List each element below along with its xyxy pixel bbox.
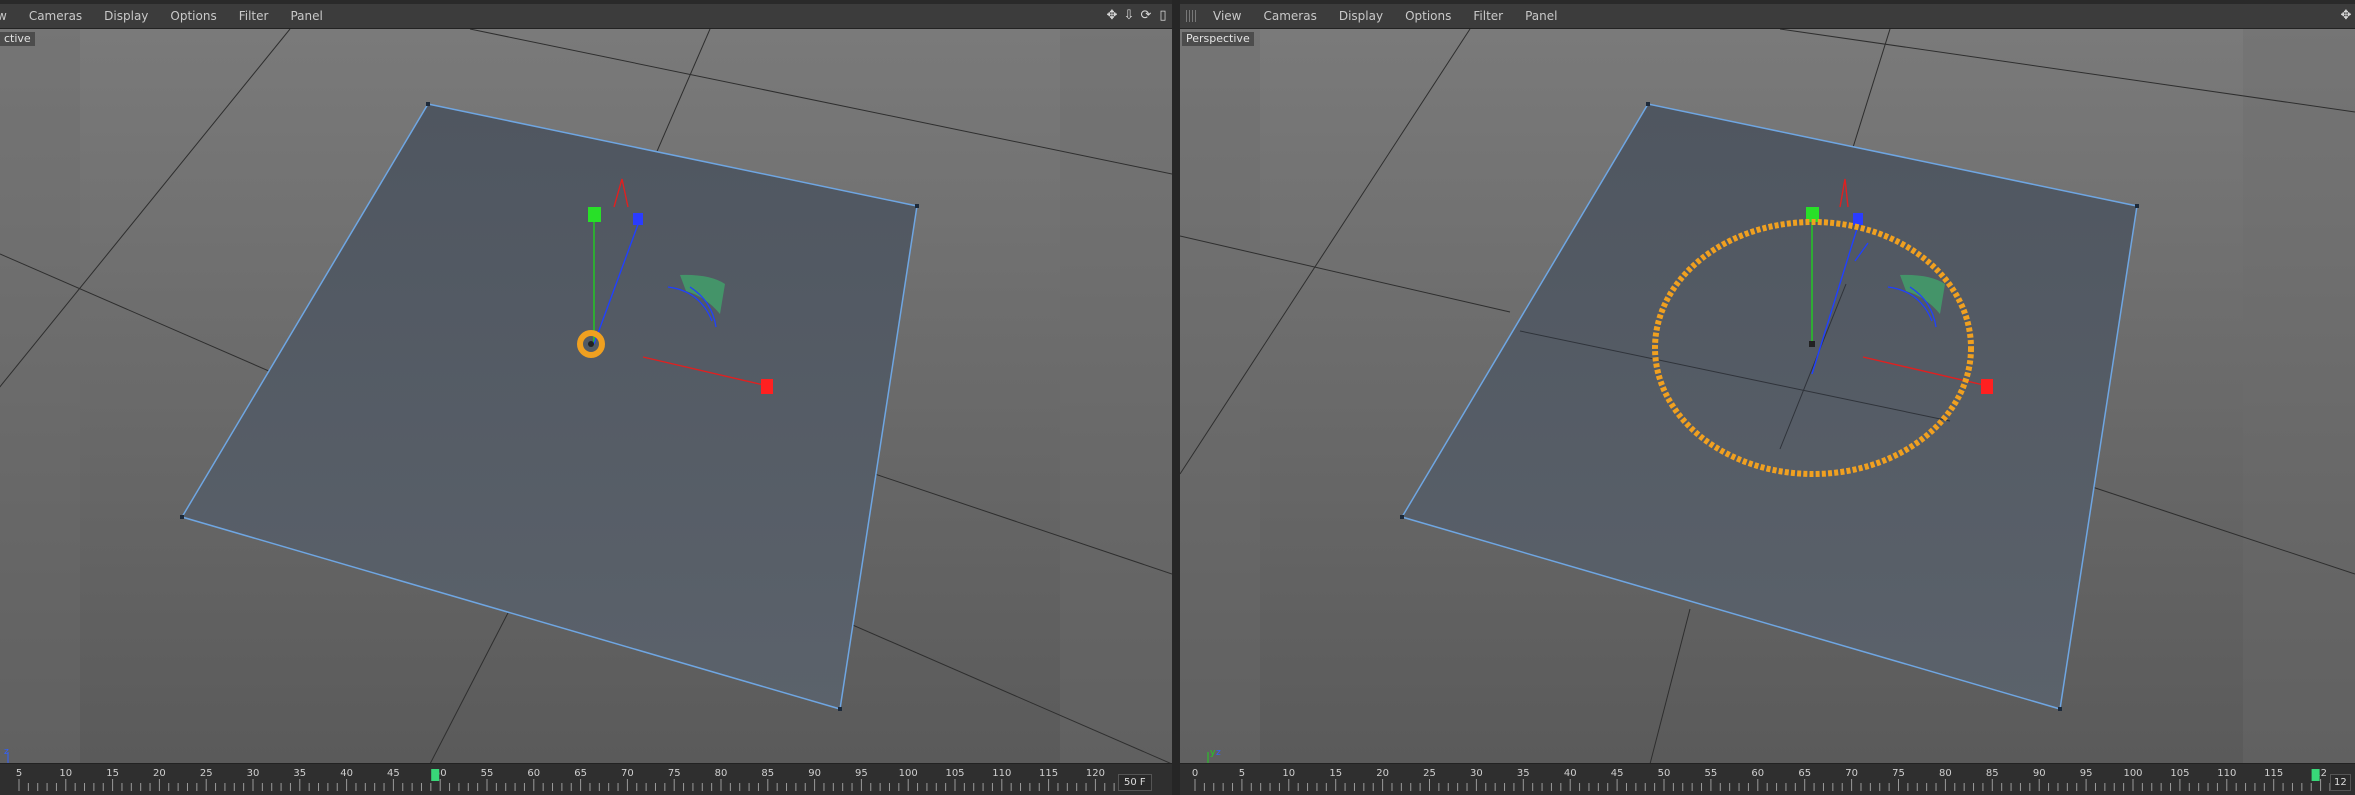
timeline-tick-label: 40: [340, 768, 353, 779]
z-axis-handle[interactable]: [1853, 213, 1863, 225]
timeline-tick-label: 65: [1798, 768, 1811, 779]
rotate-icon[interactable]: ⟳: [1139, 8, 1153, 23]
menu-cameras[interactable]: Cameras: [1252, 9, 1327, 23]
left-scene: [0, 29, 1172, 764]
svg-text:z: z: [1216, 748, 1221, 758]
timeline-tick-label: 95: [2080, 768, 2093, 779]
y-axis-handle[interactable]: [588, 207, 601, 222]
menu-options[interactable]: Options: [1394, 9, 1462, 23]
timeline-tick-label: 85: [1986, 768, 1999, 779]
menu-filter[interactable]: Filter: [228, 9, 280, 23]
left-viewport-panel: w Cameras Display Options Filter Panel ✥…: [0, 4, 1172, 795]
menu-view[interactable]: View: [1202, 9, 1252, 23]
view-label: Perspective: [1182, 32, 1254, 46]
timeline-tick-label: 0: [1192, 768, 1198, 779]
current-frame-field[interactable]: 12: [2330, 774, 2351, 791]
timeline-tick-label: 50: [1658, 768, 1671, 779]
timeline-tick-label: 60: [527, 768, 540, 779]
left-3d-viewport[interactable]: ctive x z: [0, 29, 1172, 764]
timeline-tick-label: 85: [761, 768, 774, 779]
timeline-tick-label: 120: [1086, 768, 1105, 779]
timeline-tick-label: 35: [1517, 768, 1530, 779]
timeline-ticks: 0 5 10 15 20 25 30 35 40 45 50 55 60 65 70 75 80 85 90 95 10…: [1192, 768, 2350, 791]
timeline-tick-label: 110: [992, 768, 1011, 779]
timeline-tick-label: 30: [247, 768, 260, 779]
timeline-tick-label: 25: [200, 768, 213, 779]
timeline-tick-label: 35: [293, 768, 306, 779]
menu-cameras[interactable]: Cameras: [18, 9, 93, 23]
timeline-tick-label: 100: [899, 768, 918, 779]
timeline-tick-label: 10: [59, 768, 72, 779]
menu-panel[interactable]: Panel: [1514, 9, 1568, 23]
timeline-tick-label: 5: [16, 768, 22, 779]
timeline-tick-label: 110: [2217, 768, 2236, 779]
timeline-tick-label: 75: [1892, 768, 1905, 779]
timeline-tick-label: 10: [1282, 768, 1295, 779]
timeline-ruler[interactable]: 0 5 10 15 20 25 30 35 40 45 50 55 60 65 70 75 80 85 90 95 10…: [1180, 763, 2355, 795]
menu-display[interactable]: Display: [1328, 9, 1394, 23]
menu-options[interactable]: Options: [159, 9, 227, 23]
timeline-tick-label: 55: [481, 768, 494, 779]
x-axis-handle[interactable]: [1981, 379, 1993, 394]
timeline-tick-label: 15: [1329, 768, 1342, 779]
timeline-tick-label: 15: [106, 768, 119, 779]
timeline-tick-label: 90: [2033, 768, 2046, 779]
view-label: ctive: [0, 32, 35, 46]
timeline-tick-label: 30: [1470, 768, 1483, 779]
timeline-tick-label: 25: [1423, 768, 1436, 779]
x-axis-handle[interactable]: [761, 379, 773, 394]
timeline-tick-label: 5: [1239, 768, 1245, 779]
timeline-tick-label: 70: [1845, 768, 1858, 779]
maximize-icon[interactable]: ▯: [1156, 8, 1170, 23]
move-icon[interactable]: ✥: [2339, 8, 2353, 23]
timeline-tick-label: 105: [2170, 768, 2189, 779]
svg-text:z: z: [4, 747, 9, 757]
right-3d-viewport[interactable]: Perspective x y z: [1180, 29, 2355, 764]
menu-panel[interactable]: Panel: [279, 9, 333, 23]
menu-filter[interactable]: Filter: [1462, 9, 1514, 23]
right-viewport-menubar: View Cameras Display Options Filter Pane…: [1180, 4, 2355, 29]
timeline-tick-label: 40: [1564, 768, 1577, 779]
timeline-ruler[interactable]: 5 10 15 20 25 30 35 40 45 50 55 60 65 70 75 80 85 90 95 100…: [0, 763, 1172, 795]
timeline-tick-label: 70: [621, 768, 634, 779]
timeline-tick-label: 95: [855, 768, 868, 779]
panel-grip-handle[interactable]: [1186, 10, 1196, 22]
timeline-tick-label: 75: [668, 768, 681, 779]
timeline-tick-label: 80: [715, 768, 728, 779]
current-frame-marker: [2311, 769, 2320, 781]
zoom-icon[interactable]: ⇩: [1122, 8, 1136, 23]
z-axis-handle[interactable]: [633, 213, 643, 225]
viewport-separator[interactable]: [1172, 0, 1180, 795]
timeline-tick-label: 20: [1376, 768, 1389, 779]
timeline-tick-label: 55: [1705, 768, 1718, 779]
current-frame-field[interactable]: 50 F: [1118, 774, 1152, 791]
timeline-tick-label: 45: [387, 768, 400, 779]
timeline-tick-label: 115: [1039, 768, 1058, 779]
viewport-nav-icons: ✥ ⇩ ⟳ ▯: [1105, 8, 1170, 23]
move-icon[interactable]: ✥: [1105, 8, 1119, 23]
timeline-tick-label: 60: [1751, 768, 1764, 779]
right-scene: [1180, 29, 2355, 764]
timeline-tick-label: 100: [2123, 768, 2142, 779]
right-viewport-panel: View Cameras Display Options Filter Pane…: [1180, 4, 2355, 795]
timeline-tick-label: 105: [945, 768, 964, 779]
current-frame-marker: [431, 769, 440, 781]
left-viewport-menubar: w Cameras Display Options Filter Panel ✥…: [0, 4, 1172, 29]
timeline-ticks: 5 10 15 20 25 30 35 40 45 50 55 60 65 70 75 80 85 90 95 100…: [16, 768, 1134, 791]
menu-display[interactable]: Display: [93, 9, 159, 23]
timeline-tick-label: 65: [574, 768, 587, 779]
timeline-tick-label: 115: [2264, 768, 2283, 779]
timeline-tick-label: 20: [153, 768, 166, 779]
timeline-tick-label: 90: [808, 768, 821, 779]
timeline-tick-label: 80: [1939, 768, 1952, 779]
menu-view[interactable]: w: [0, 9, 18, 23]
viewport-nav-icons: ✥: [2339, 8, 2353, 23]
timeline-tick-label: 45: [1611, 768, 1624, 779]
